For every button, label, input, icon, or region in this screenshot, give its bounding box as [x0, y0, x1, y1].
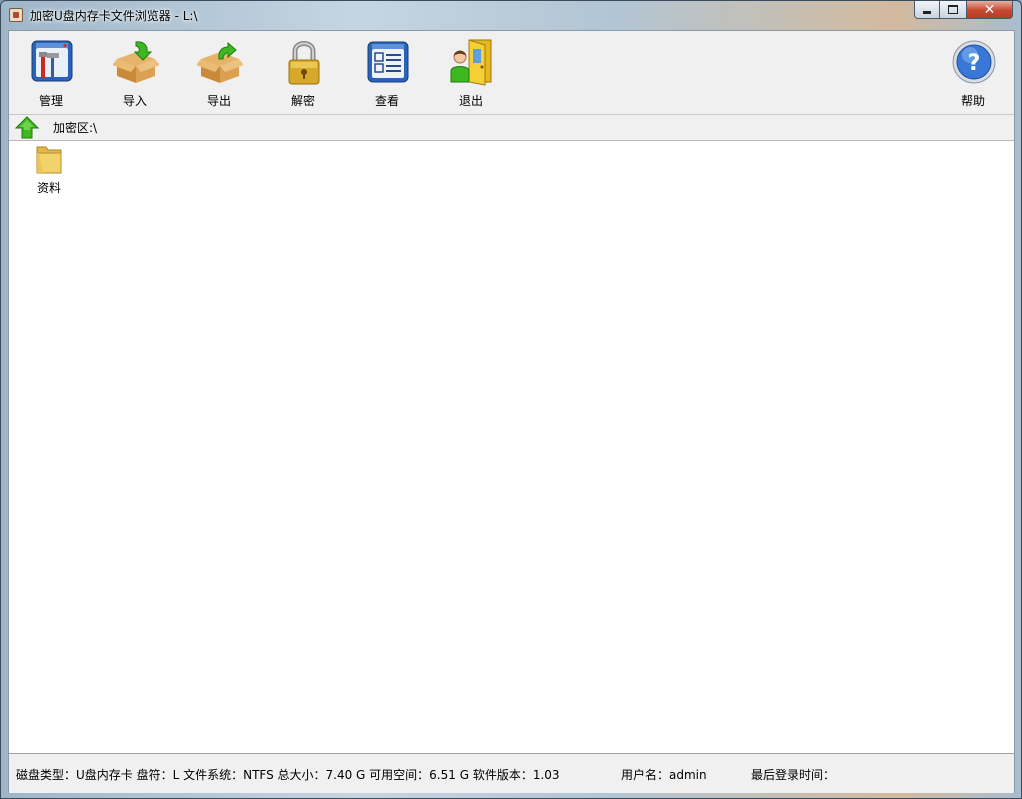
title-bar[interactable]: 加密U盘内存卡文件浏览器 - L:\ ✕ — [1, 1, 1021, 29]
import-box-icon — [113, 41, 159, 83]
toolbar: 管理 导入 导出 解密 查看 退出 ? 帮助 — [9, 31, 1014, 115]
maximize-button[interactable] — [940, 1, 966, 19]
help-button[interactable]: ? 帮助 — [935, 33, 1011, 109]
exit-door-icon — [450, 39, 492, 86]
disk-info: 磁盘类型：U盘内存卡 盘符：L 文件系统：NTFS 总大小：7.40 G 可用空… — [16, 768, 560, 782]
svg-text:?: ? — [968, 51, 981, 76]
caption-buttons: ✕ — [914, 1, 1013, 21]
file-list[interactable]: 资料 — [9, 141, 1014, 752]
app-window: 加密U盘内存卡文件浏览器 - L:\ ✕ 管理 导入 导出 解密 查看 退出 ?… — [0, 0, 1022, 799]
window-title: 加密U盘内存卡文件浏览器 - L:\ — [30, 9, 198, 23]
decrypt-label: 解密 — [290, 94, 315, 108]
export-box-icon — [197, 41, 243, 83]
view-label: 查看 — [374, 94, 399, 108]
import-button[interactable]: 导入 — [97, 33, 173, 109]
address-bar: 加密区:\ — [9, 115, 1014, 141]
status-bar: 磁盘类型：U盘内存卡 盘符：L 文件系统：NTFS 总大小：7.40 G 可用空… — [9, 753, 1014, 793]
up-arrow-icon[interactable] — [15, 116, 39, 139]
padlock-icon — [288, 41, 320, 85]
export-label: 导出 — [206, 94, 231, 108]
manage-label: 管理 — [38, 94, 63, 108]
export-button[interactable]: 导出 — [181, 33, 257, 109]
current-path: 加密区:\ — [53, 121, 98, 135]
help-label: 帮助 — [960, 94, 985, 108]
close-icon: ✕ — [983, 1, 996, 18]
minimize-icon — [923, 11, 931, 14]
manage-button[interactable]: 管理 — [13, 33, 89, 109]
minimize-button[interactable] — [914, 1, 940, 19]
exit-label: 退出 — [458, 94, 483, 108]
folder-item[interactable]: 资料 — [27, 144, 71, 196]
help-question-icon: ? — [952, 40, 996, 84]
last-login: 最后登录时间： — [751, 768, 836, 782]
exit-button[interactable]: 退出 — [433, 33, 509, 109]
app-icon[interactable] — [9, 8, 23, 22]
view-window-icon — [367, 41, 409, 83]
manage-tools-icon — [31, 40, 73, 82]
import-label: 导入 — [122, 94, 147, 108]
folder-icon — [36, 146, 62, 174]
maximize-icon — [948, 5, 958, 14]
close-button[interactable]: ✕ — [966, 1, 1013, 19]
client-area: 管理 导入 导出 解密 查看 退出 ? 帮助 加密区:\ 资料 磁盘类型：U盘内… — [8, 30, 1015, 793]
username: 用户名：admin — [621, 768, 707, 782]
decrypt-button[interactable]: 解密 — [265, 33, 341, 109]
folder-label: 资料 — [36, 181, 61, 195]
view-button[interactable]: 查看 — [349, 33, 425, 109]
